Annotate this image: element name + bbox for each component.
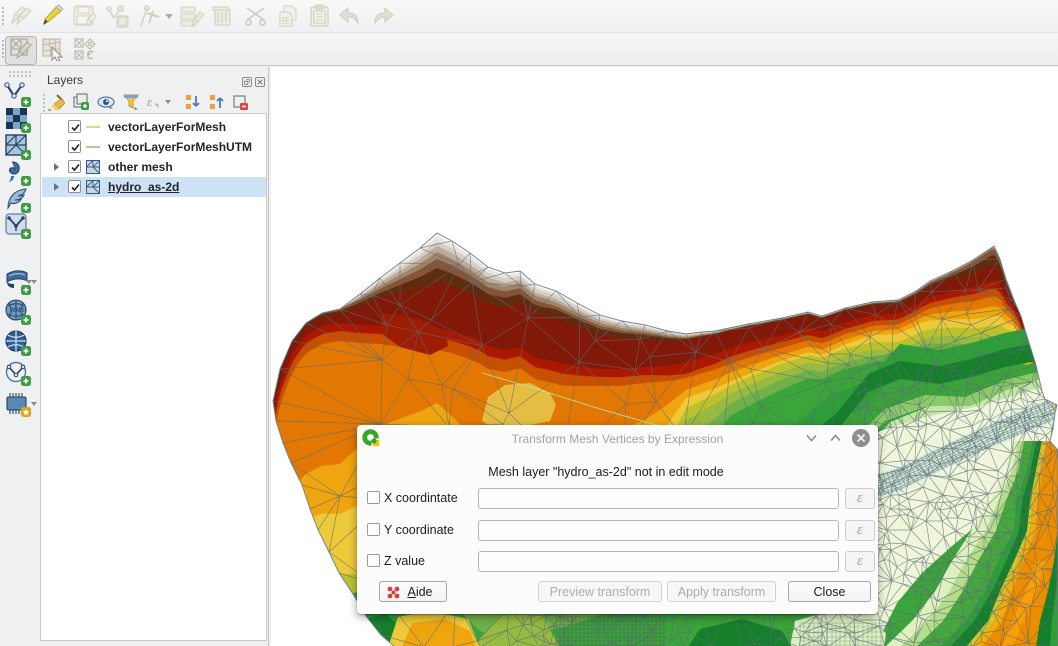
- svg-text:WMS: WMS: [10, 308, 25, 314]
- svg-text:ε: ε: [147, 94, 153, 109]
